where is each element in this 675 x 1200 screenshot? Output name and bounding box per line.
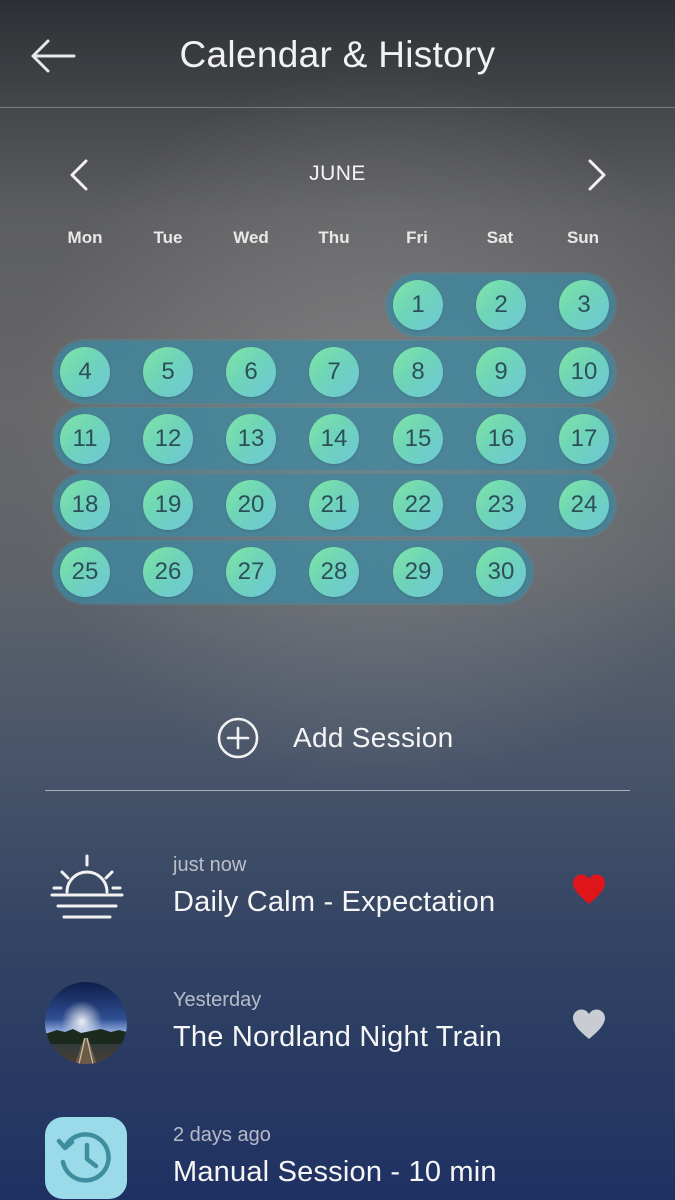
calendar-day[interactable]: 20	[226, 480, 276, 530]
calendar-day[interactable]: 25	[60, 547, 110, 597]
night-train-thumbnail	[45, 982, 127, 1064]
weekday-label: Fri	[406, 228, 428, 247]
calendar-day[interactable]: 4	[60, 347, 110, 397]
calendar-day[interactable]: 15	[393, 414, 443, 464]
plus-circle-icon	[217, 717, 259, 759]
calendar-day[interactable]: 27	[226, 547, 276, 597]
add-session-label: Add Session	[293, 722, 454, 753]
chevron-right-icon	[588, 159, 606, 191]
calendar-day[interactable]: 1	[393, 280, 443, 330]
calendar-day[interactable]: 18	[60, 480, 110, 530]
session-title: Daily Calm - Expectation	[173, 886, 496, 918]
session-item[interactable]: just now Daily Calm - Expectation	[0, 846, 675, 956]
calendar-day[interactable]: 2	[476, 280, 526, 330]
calendar-day[interactable]: 22	[393, 480, 443, 530]
next-month-button[interactable]	[576, 155, 616, 195]
calendar-day[interactable]: 17	[559, 414, 609, 464]
streak-band	[54, 541, 532, 603]
calendar-day[interactable]: 13	[226, 414, 276, 464]
calendar-day[interactable]: 7	[309, 347, 359, 397]
calendar-day[interactable]: 3	[559, 280, 609, 330]
session-time: just now	[173, 854, 247, 876]
calendar-day[interactable]: 30	[476, 547, 526, 597]
calendar-day[interactable]: 6	[226, 347, 276, 397]
calendar-day[interactable]: 28	[309, 547, 359, 597]
calendar-day[interactable]: 19	[143, 480, 193, 530]
session-title: The Nordland Night Train	[173, 1021, 502, 1053]
calendar-day[interactable]: 14	[309, 414, 359, 464]
page-title: Calendar & History	[179, 34, 496, 75]
session-item[interactable]: Yesterday The Nordland Night Train	[0, 981, 675, 1091]
calendar-day[interactable]: 8	[393, 347, 443, 397]
calendar-day[interactable]: 5	[143, 347, 193, 397]
session-item[interactable]: 2 days ago Manual Session - 10 min	[0, 1116, 675, 1200]
weekday-label: Thu	[318, 228, 350, 247]
heart-icon[interactable]	[571, 873, 607, 905]
calendar-day[interactable]: 16	[476, 414, 526, 464]
weekday-label: Sat	[486, 228, 514, 247]
sunrise-icon	[50, 854, 124, 919]
weekday-label: Sun	[566, 228, 600, 247]
weekday-label: Mon	[67, 228, 103, 247]
weekday-label: Tue	[153, 228, 183, 247]
session-time: Yesterday	[173, 989, 262, 1011]
calendar-day[interactable]: 12	[143, 414, 193, 464]
heart-icon[interactable]	[571, 1008, 607, 1040]
header-divider	[0, 107, 675, 108]
list-divider	[45, 790, 630, 791]
month-navigation: JUNE	[0, 150, 675, 200]
calendar-day[interactable]: 9	[476, 347, 526, 397]
weekday-label: Wed	[233, 228, 269, 247]
session-time: 2 days ago	[173, 1124, 271, 1146]
calendar-day[interactable]: 10	[559, 347, 609, 397]
history-clock-icon	[45, 1117, 127, 1199]
session-title: Manual Session - 10 min	[173, 1156, 497, 1188]
header: Calendar & History	[0, 0, 675, 108]
calendar-day[interactable]: 21	[309, 480, 359, 530]
calendar-day[interactable]: 26	[143, 547, 193, 597]
calendar-day[interactable]: 11	[60, 414, 110, 464]
calendar-day[interactable]: 29	[393, 547, 443, 597]
calendar-day[interactable]: 23	[476, 480, 526, 530]
calendar-day[interactable]: 24	[559, 480, 609, 530]
weekday-header: Mon Tue Wed Thu Fri Sat Sun	[0, 228, 675, 256]
month-label: JUNE	[309, 162, 366, 185]
